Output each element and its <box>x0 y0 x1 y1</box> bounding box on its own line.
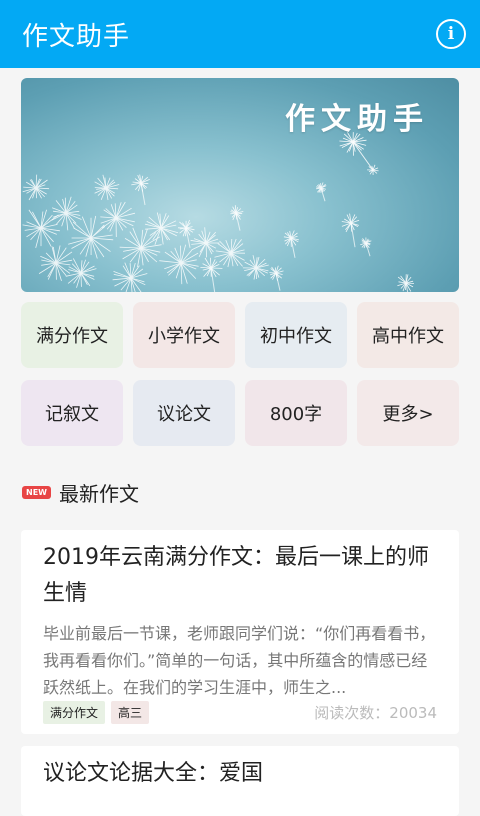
article-tag[interactable]: 高三 <box>111 701 149 724</box>
view-count: 阅读次数：20034 <box>314 702 437 723</box>
article-title: 议论文论据大全：爱国 <box>43 756 437 792</box>
category-narrative[interactable]: 记叙文 <box>21 380 123 446</box>
category-more[interactable]: 更多> <box>357 380 459 446</box>
article-card[interactable]: 议论文论据大全：爱国 <box>21 746 459 816</box>
article-excerpt: 毕业前最后一节课，老师跟同学们说：“你们再看看书，我再看看你们。”简单的一句话，… <box>43 620 437 701</box>
latest-essays-header: NEW 最新作文 <box>22 478 139 506</box>
banner-title: 作文助手 <box>285 94 429 138</box>
category-800-words[interactable]: 800字 <box>245 380 347 446</box>
article-card[interactable]: 2019年云南满分作文：最后一课上的师生情 毕业前最后一节课，老师跟同学们说：“… <box>21 530 459 734</box>
category-primary-school[interactable]: 小学作文 <box>133 302 235 368</box>
category-full-marks[interactable]: 满分作文 <box>21 302 123 368</box>
new-badge: NEW <box>22 486 51 499</box>
info-icon[interactable]: i <box>436 19 466 49</box>
article-tag[interactable]: 满分作文 <box>43 701 105 724</box>
article-title: 2019年云南满分作文：最后一课上的师生情 <box>43 540 437 612</box>
section-title: 最新作文 <box>59 478 139 507</box>
app-title: 作文助手 <box>22 16 130 53</box>
category-junior-high[interactable]: 初中作文 <box>245 302 347 368</box>
app-bar: 作文助手 i <box>0 0 480 68</box>
category-senior-high[interactable]: 高中作文 <box>357 302 459 368</box>
category-grid: 满分作文 小学作文 初中作文 高中作文 记叙文 议论文 800字 更多> <box>21 302 459 446</box>
banner[interactable]: 作文助手 <box>21 78 459 292</box>
article-footer: 满分作文 高三 阅读次数：20034 <box>43 701 437 724</box>
category-argumentative[interactable]: 议论文 <box>133 380 235 446</box>
